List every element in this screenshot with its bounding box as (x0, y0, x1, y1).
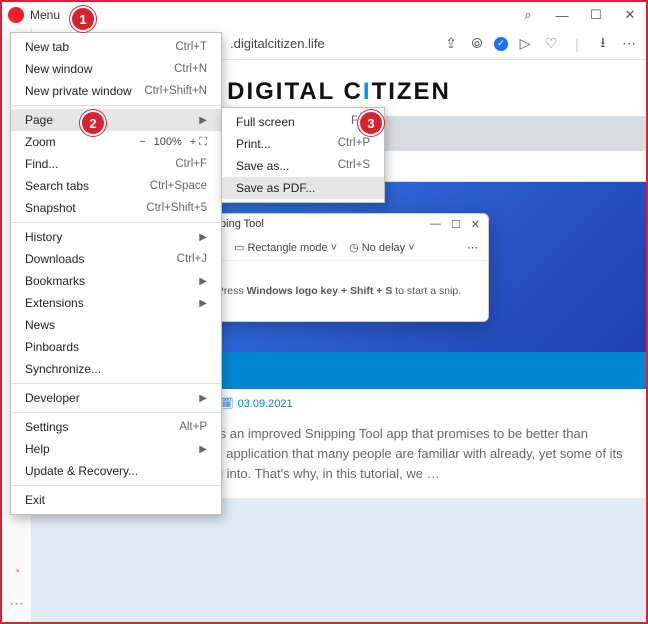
snip-instruction: Press Windows logo key + Shift + S to st… (190, 261, 488, 321)
annotation-badge-2: 2 (80, 110, 106, 136)
title-bar: Menu ⌕ ― ☐ ✕ (2, 2, 646, 28)
annotation-badge-3: 3 (358, 110, 384, 136)
snip-delay-dropdown[interactable]: ◷ No delay ˅ (349, 241, 415, 254)
sidebar-more-icon[interactable]: ⋯ (10, 595, 24, 612)
annotation-badge-1: 1 (70, 6, 96, 32)
menu-developer[interactable]: Developer▶ (11, 387, 221, 409)
minimize-button[interactable]: ― (552, 8, 572, 23)
submenu-save-as[interactable]: Save as...Ctrl+S (222, 155, 384, 177)
opera-icon[interactable] (8, 7, 24, 23)
article-date: 🗓 03.09.2021 (220, 397, 293, 410)
snip-maximize-icon[interactable]: ☐ (451, 218, 461, 231)
snip-mode-dropdown[interactable]: ▭ Rectangle mode ˅ (234, 241, 337, 254)
menu-news[interactable]: News (11, 314, 221, 336)
menu-search-tabs[interactable]: Search tabsCtrl+Space (11, 175, 221, 197)
shield-check-icon[interactable]: ✓ (494, 37, 508, 51)
submenu-print[interactable]: Print...Ctrl+P (222, 133, 384, 155)
menu-help[interactable]: Help▶ (11, 438, 221, 460)
menu-settings[interactable]: SettingsAlt+P (11, 416, 221, 438)
menu-new-private-window[interactable]: New private windowCtrl+Shift+N (11, 80, 221, 102)
menu-new-window[interactable]: New windowCtrl+N (11, 58, 221, 80)
search-icon[interactable]: ⌕ (518, 7, 538, 23)
site-logo[interactable]: DIGITAL CITIZEN (227, 78, 451, 105)
maximize-button[interactable]: ☐ (586, 7, 606, 23)
submenu-save-as-pdf[interactable]: Save as PDF... (222, 177, 384, 199)
download-icon[interactable]: ⭳ (594, 32, 612, 56)
sidebar-bulb-icon[interactable]: ◔ (12, 563, 20, 579)
close-button[interactable]: ✕ (620, 7, 640, 23)
menu-extensions[interactable]: Extensions▶ (11, 292, 221, 314)
menu-button[interactable]: Menu (30, 8, 60, 22)
menu-zoom[interactable]: Zoom− 100% + ⛶ (11, 131, 221, 153)
snipping-tool-window: Snipping Tool — ☐ ✕ New ▭ Rectangle mode… (189, 213, 489, 322)
menu-exit[interactable]: Exit (11, 489, 221, 511)
menu-snapshot[interactable]: SnapshotCtrl+Shift+5 (11, 197, 221, 219)
snip-minimize-icon[interactable]: — (430, 218, 441, 231)
camera-icon[interactable]: ⦾ (468, 35, 486, 52)
snip-more-icon[interactable]: ⋯ (467, 241, 478, 254)
window-controls: ⌕ ― ☐ ✕ (518, 2, 640, 28)
menu-pinboards[interactable]: Pinboards (11, 336, 221, 358)
menu-bookmarks[interactable]: Bookmarks▶ (11, 270, 221, 292)
menu-synchronize[interactable]: Synchronize... (11, 358, 221, 380)
snip-close-icon[interactable]: ✕ (471, 218, 480, 231)
menu-update-recovery[interactable]: Update & Recovery... (11, 460, 221, 482)
main-menu: New tabCtrl+T New windowCtrl+N New priva… (10, 32, 222, 515)
heart-icon[interactable]: ♡ (542, 35, 560, 52)
menu-page[interactable]: Page▶ (11, 109, 221, 131)
share-icon[interactable]: ⇪ (442, 35, 460, 52)
menu-find[interactable]: Find...Ctrl+F (11, 153, 221, 175)
menu-downloads[interactable]: DownloadsCtrl+J (11, 248, 221, 270)
menu-history[interactable]: History▶ (11, 226, 221, 248)
send-icon[interactable]: ▷ (516, 35, 534, 52)
menu-new-tab[interactable]: New tabCtrl+T (11, 36, 221, 58)
easy-setup-icon[interactable]: ⋯ (620, 35, 638, 52)
